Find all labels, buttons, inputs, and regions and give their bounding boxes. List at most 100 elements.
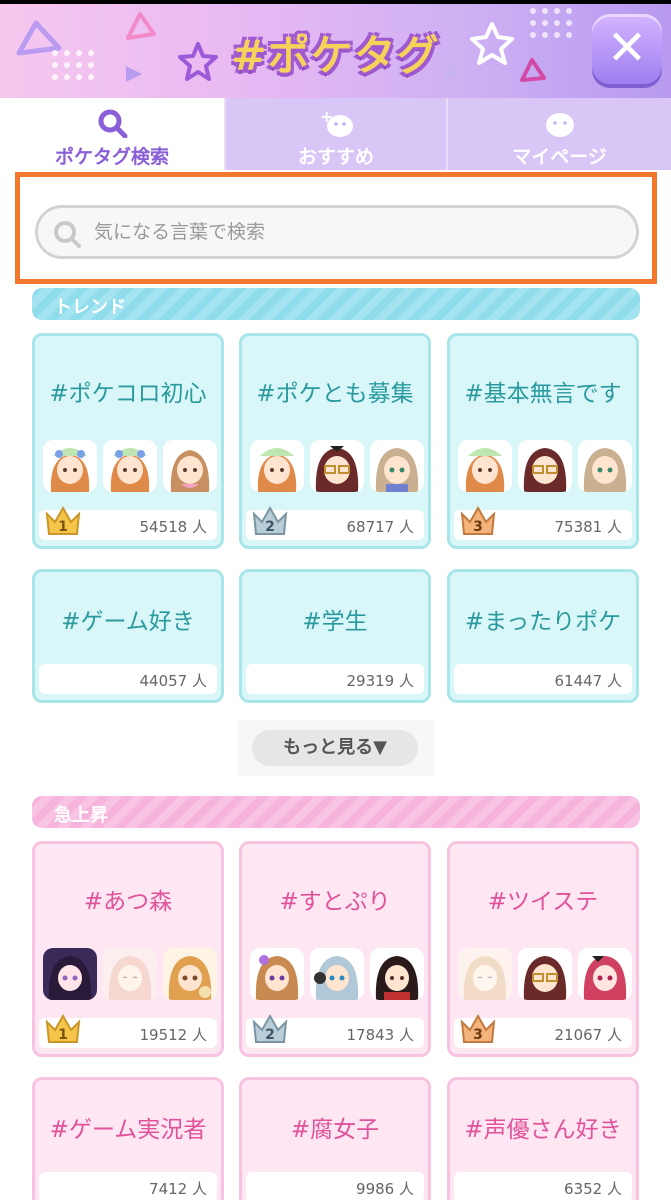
crown-bronze-icon: 3	[460, 1013, 496, 1043]
avatar	[43, 440, 97, 492]
avatar	[458, 440, 512, 492]
avatar-row	[250, 948, 426, 1000]
search-box[interactable]	[35, 205, 639, 259]
section-label: 急上昇	[54, 805, 108, 826]
avatar	[163, 440, 217, 492]
more-button-area: もっと見る▼	[238, 720, 434, 776]
avatar	[458, 948, 512, 1000]
crown-gold-icon: 1	[45, 1013, 81, 1043]
avatar	[518, 948, 572, 1000]
rank-number: 3	[473, 1027, 483, 1043]
member-count: 21067 人	[554, 1026, 623, 1044]
member-count: 29319 人	[346, 672, 415, 690]
member-count-bar: 3 21067 人	[454, 1013, 632, 1048]
member-count: 17843 人	[346, 1026, 415, 1044]
trend-card[interactable]: #ゲーム好き 44057 人	[32, 569, 224, 703]
tag-label: #声優さん好き	[464, 1117, 622, 1143]
trend-card[interactable]: #ポケコロ初心 1 54518 人	[32, 333, 224, 549]
page-title: #ポケタグ	[231, 31, 440, 80]
rank-number: 1	[58, 519, 68, 535]
member-count: 54518 人	[139, 518, 208, 536]
member-count-bar: 3 75381 人	[454, 505, 632, 540]
member-count-bar: 6352 人	[454, 1172, 632, 1200]
tag-label: #腐女子	[290, 1117, 380, 1143]
trend-section-header: トレンド	[32, 288, 640, 320]
tab-label: マイページ	[512, 146, 607, 168]
trend-card[interactable]: #基本無言です 3 75381 人	[447, 333, 639, 549]
search-input[interactable]	[94, 218, 614, 246]
tag-label: #まったりポケ	[464, 609, 622, 635]
tag-label: #学生	[302, 609, 368, 635]
member-count-bar: 2 68717 人	[246, 505, 424, 540]
tab-pokatag-search[interactable]: ポケタグ検索	[0, 98, 224, 170]
rising-card[interactable]: #声優さん好き 6352 人	[447, 1077, 639, 1200]
avatar-row	[43, 440, 219, 492]
trend-card[interactable]: #学生 29319 人	[239, 569, 431, 703]
rising-card[interactable]: #ゲーム実況者 7412 人	[32, 1077, 224, 1200]
tab-mypage[interactable]: マイページ	[446, 98, 671, 170]
member-count: 9986 人	[356, 1180, 414, 1198]
rising-card[interactable]: #すとぷり 2 17843 人	[239, 841, 431, 1057]
member-count: 61447 人	[554, 672, 623, 690]
avatar	[163, 948, 217, 1000]
close-icon: ✕	[606, 20, 648, 76]
rising-section-header: 急上昇	[32, 796, 640, 828]
tag-label: #ポケコロ初心	[49, 381, 207, 407]
avatar	[310, 948, 364, 1000]
search-icon	[54, 221, 81, 248]
member-count: 7412 人	[149, 1180, 207, 1198]
member-count: 44057 人	[139, 672, 208, 690]
avatar	[310, 440, 364, 492]
rank-number: 2	[265, 519, 275, 535]
avatar	[518, 440, 572, 492]
member-count-bar: 2 17843 人	[246, 1013, 424, 1048]
tag-label: #基本無言です	[464, 381, 622, 407]
header: #ポケタグ ✕	[0, 0, 671, 98]
member-count: 19512 人	[139, 1026, 208, 1044]
status-strip	[0, 0, 671, 4]
member-count-bar: 29319 人	[246, 664, 424, 694]
search-section	[15, 172, 657, 284]
member-count: 6352 人	[564, 1180, 622, 1198]
chick-plus-icon: +	[320, 108, 353, 137]
member-count-bar: 61447 人	[454, 664, 632, 694]
avatar-row	[458, 440, 634, 492]
avatar	[250, 948, 304, 1000]
member-count: 68717 人	[346, 518, 415, 536]
tag-label: #あつ森	[83, 889, 173, 915]
tab-label: ポケタグ検索	[54, 146, 169, 168]
tag-label: #ツイステ	[487, 889, 599, 915]
show-more-button[interactable]: もっと見る▼	[252, 730, 418, 766]
trend-card[interactable]: #ポケとも募集 2 68717 人	[239, 333, 431, 549]
tag-label: #すとぷり	[279, 889, 391, 915]
crown-bronze-icon: 3	[460, 505, 496, 535]
member-count-bar: 9986 人	[246, 1172, 424, 1200]
close-button[interactable]: ✕	[592, 14, 662, 84]
rising-card[interactable]: #腐女子 9986 人	[239, 1077, 431, 1200]
avatar	[578, 948, 632, 1000]
rank-number: 2	[265, 1027, 275, 1043]
member-count-bar: 44057 人	[39, 664, 217, 694]
tab-bar: ポケタグ検索 + おすすめ マイページ	[0, 98, 671, 170]
rising-card[interactable]: #ツイステ 3 21067 人	[447, 841, 639, 1057]
avatar	[370, 440, 424, 492]
rank-number: 1	[58, 1027, 68, 1043]
member-count-bar: 7412 人	[39, 1172, 217, 1200]
avatar-row	[250, 440, 426, 492]
avatar	[370, 948, 424, 1000]
avatar	[250, 440, 304, 492]
tab-recommend[interactable]: + おすすめ	[224, 98, 446, 170]
trend-card[interactable]: #まったりポケ 61447 人	[447, 569, 639, 703]
chick-icon	[546, 113, 574, 137]
avatar	[103, 948, 157, 1000]
tag-label: #ゲーム実況者	[49, 1117, 207, 1143]
avatar-row	[43, 948, 219, 1000]
search-icon	[98, 109, 128, 138]
rank-number: 3	[473, 519, 483, 535]
crown-silver-icon: 2	[252, 505, 288, 535]
crown-silver-icon: 2	[252, 1013, 288, 1043]
avatar	[578, 440, 632, 492]
tab-label: おすすめ	[297, 146, 374, 168]
rising-card[interactable]: #あつ森 1 19512 人	[32, 841, 224, 1057]
section-label: トレンド	[54, 297, 126, 318]
